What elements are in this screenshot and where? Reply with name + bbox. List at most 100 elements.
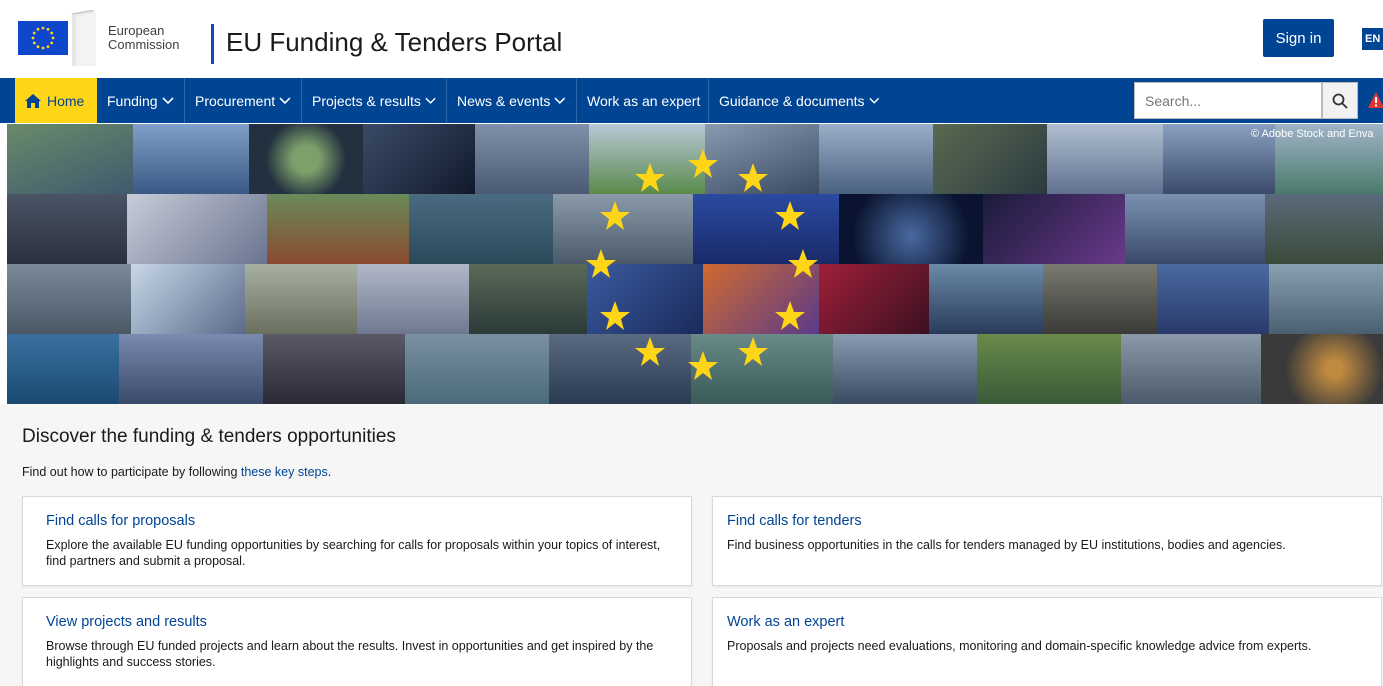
eu-flag-icon [18, 21, 68, 55]
banner-photo-tile [1261, 334, 1383, 404]
logo-line-1: European [108, 23, 165, 38]
star-icon [600, 301, 630, 330]
site-header: European Commission EU Funding & Tenders… [0, 0, 1383, 78]
card-description: Find business opportunities in the calls… [727, 538, 1286, 552]
banner-photo-tile [983, 194, 1125, 264]
banner-photo-tile [819, 124, 933, 194]
banner-photo-tile [839, 194, 983, 264]
language-selector[interactable]: EN [1362, 28, 1383, 50]
banner-photo-tile [833, 334, 977, 404]
banner-photo-tile [409, 194, 553, 264]
banner-photo-tile [7, 264, 131, 334]
title-divider [211, 24, 214, 64]
star-icon [688, 149, 718, 178]
chevron-down-icon [868, 97, 879, 104]
star-icon [688, 351, 718, 380]
warning-icon[interactable] [1368, 91, 1383, 109]
banner-photo-tile [1157, 264, 1269, 334]
chevron-down-icon [554, 97, 566, 104]
card-description: Browse through EU funded projects and le… [46, 639, 654, 669]
nav-projects-results[interactable]: Projects & results [302, 78, 447, 123]
home-icon [25, 93, 41, 108]
nav-procurement-label: Procurement [195, 92, 276, 109]
banner-photo-tile [933, 124, 1047, 194]
banner-photo-tile [1125, 194, 1265, 264]
banner-photo-tile [977, 334, 1121, 404]
chevron-down-icon [279, 96, 291, 104]
key-steps-link[interactable]: these key steps [241, 465, 328, 479]
section-title: Discover the funding & tenders opportuni… [22, 426, 396, 447]
nav-funding[interactable]: Funding [97, 78, 185, 123]
nav-expert-label: Work as an expert [587, 92, 701, 109]
banner-photo-tile [131, 264, 245, 334]
card-find-calls-tenders[interactable]: Find calls for tenders Find business opp… [712, 496, 1382, 586]
banner-photo-tile [1043, 264, 1157, 334]
main-navigation: Home Funding Procurement Projects & resu… [0, 78, 1383, 123]
card-work-as-expert[interactable]: Work as an expert Proposals and projects… [712, 597, 1382, 686]
logo-page-graphic [70, 9, 98, 66]
hero-banner-mosaic [7, 124, 1383, 404]
chevron-down-icon [162, 96, 174, 104]
nav-funding-label: Funding [107, 92, 158, 109]
nav-news-label: News & events [457, 92, 551, 109]
nav-procurement[interactable]: Procurement [185, 78, 302, 123]
european-commission-logo[interactable]: European Commission [18, 9, 208, 66]
sign-in-button[interactable]: Sign in [1263, 19, 1334, 57]
nav-home[interactable]: Home [15, 78, 97, 123]
nav-work-as-expert[interactable]: Work as an expert [577, 78, 709, 123]
star-icon [775, 301, 805, 330]
star-icon [586, 249, 616, 278]
banner-photo-tile [475, 124, 589, 194]
star-icon [600, 201, 630, 230]
search-input[interactable] [1134, 82, 1322, 119]
banner-photo-tile [7, 194, 127, 264]
nav-guidance-label: Guidance & documents [719, 92, 865, 109]
banner-photo-tile [469, 264, 587, 334]
card-title[interactable]: View projects and results [46, 614, 207, 630]
star-icon [788, 249, 818, 278]
nav-guidance-documents[interactable]: Guidance & documents [709, 78, 889, 123]
star-icon [775, 201, 805, 230]
card-find-calls-proposals[interactable]: Find calls for proposals Explore the ava… [22, 496, 692, 586]
card-title[interactable]: Find calls for proposals [46, 513, 195, 529]
intro-text-end: . [327, 465, 332, 479]
portal-title[interactable]: EU Funding & Tenders Portal [226, 27, 562, 58]
intro-text: Find out how to participate by following… [22, 465, 331, 479]
banner-photo-tile [119, 334, 263, 404]
banner-photo-tile [1121, 334, 1261, 404]
card-title[interactable]: Find calls for tenders [727, 513, 862, 529]
search-icon [1332, 93, 1348, 109]
nav-projects-label: Projects & results [312, 92, 421, 109]
banner-photo-tile [7, 334, 119, 404]
card-title[interactable]: Work as an expert [727, 614, 844, 630]
banner-photo-tile [267, 194, 409, 264]
banner-photo-tile [127, 194, 267, 264]
banner-photo-tile [249, 124, 363, 194]
banner-photo-tile [133, 124, 249, 194]
chevron-down-icon [425, 97, 436, 104]
banner-photo-tile [263, 334, 405, 404]
banner-photo-tile [363, 124, 475, 194]
banner-photo-tile [405, 334, 549, 404]
banner-photo-tile [1269, 264, 1383, 334]
banner-photo-tile [929, 264, 1043, 334]
nav-news-events[interactable]: News & events [447, 78, 577, 123]
banner-copyright: © Adobe Stock and Enva [1251, 128, 1374, 140]
banner-photo-tile [1265, 194, 1383, 264]
star-icon [635, 337, 665, 366]
banner-photo-tile [819, 264, 929, 334]
card-description: Explore the available EU funding opportu… [46, 538, 661, 568]
star-icon [635, 163, 665, 192]
star-icon [738, 163, 768, 192]
nav-home-label: Home [47, 92, 85, 109]
banner-photo-tile [7, 124, 133, 194]
banner-photo-tile [357, 264, 469, 334]
banner-photo-tile [245, 264, 357, 334]
logo-line-2: Commission [108, 37, 180, 52]
banner-photo-tile [1047, 124, 1163, 194]
card-description: Proposals and projects need evaluations,… [727, 639, 1312, 653]
star-icon [738, 337, 768, 366]
card-view-projects-results[interactable]: View projects and results Browse through… [22, 597, 692, 686]
search-button[interactable] [1322, 82, 1358, 119]
banner-photo-tile [549, 334, 691, 404]
